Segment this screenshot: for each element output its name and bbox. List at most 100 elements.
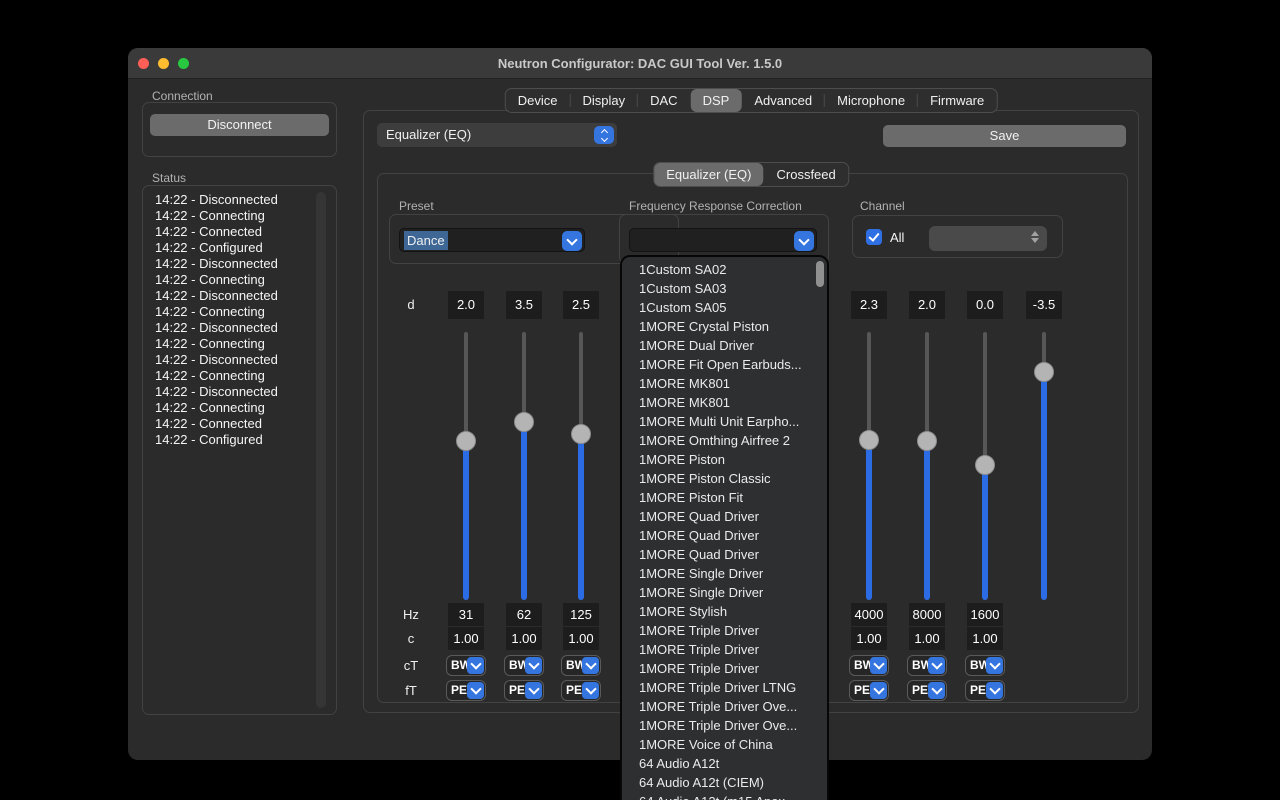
frc-option[interactable]: 1MORE Piston Fit bbox=[622, 488, 827, 507]
eq-q-field[interactable]: 1.00 bbox=[506, 627, 542, 650]
frc-dropdown-scrollbar[interactable] bbox=[816, 261, 824, 287]
minimize-window-icon[interactable] bbox=[158, 58, 169, 69]
eq-band-mode-select[interactable]: PE bbox=[907, 680, 947, 701]
eq-q-field[interactable]: 1.00 bbox=[851, 627, 887, 650]
frc-option[interactable]: 1Custom SA03 bbox=[622, 279, 827, 298]
frc-option[interactable]: 1MORE Triple Driver LTNG bbox=[622, 678, 827, 697]
slider-thumb[interactable] bbox=[456, 431, 476, 451]
eq-band-mode-select-button[interactable] bbox=[928, 682, 945, 699]
slider-thumb[interactable] bbox=[514, 412, 534, 432]
frc-option[interactable]: 1MORE Quad Driver bbox=[622, 507, 827, 526]
eq-q-field[interactable]: 1.00 bbox=[563, 627, 599, 650]
eq-q-field[interactable]: 1.00 bbox=[448, 627, 484, 650]
frc-option[interactable]: 1MORE Single Driver bbox=[622, 583, 827, 602]
dsp-mode-select[interactable]: Equalizer (EQ) bbox=[377, 123, 617, 147]
frc-option[interactable]: 1MORE Triple Driver bbox=[622, 621, 827, 640]
dsp-mode-stepper-button[interactable] bbox=[594, 126, 614, 144]
slider-thumb[interactable] bbox=[917, 431, 937, 451]
frc-option[interactable]: 1MORE Stylish bbox=[622, 602, 827, 621]
zoom-window-icon[interactable] bbox=[178, 58, 189, 69]
frc-option[interactable]: 64 Audio A12t (m15 Apex bbox=[622, 792, 827, 800]
frc-option[interactable]: 1MORE Triple Driver Ove... bbox=[622, 716, 827, 735]
frc-option[interactable]: 1MORE Fit Open Earbuds... bbox=[622, 355, 827, 374]
eq-freq-field[interactable]: 4000 bbox=[851, 603, 887, 626]
eq-filter-type-select[interactable]: BW bbox=[965, 655, 1005, 676]
slider-thumb[interactable] bbox=[975, 455, 995, 475]
eq-gain-field[interactable]: 2.5 bbox=[563, 291, 599, 319]
eq-band-mode-select-button[interactable] bbox=[525, 682, 542, 699]
eq-gain-field[interactable]: 2.0 bbox=[909, 291, 945, 319]
eq-gain-field[interactable]: 3.5 bbox=[506, 291, 542, 319]
eq-freq-field[interactable]: 62 bbox=[506, 603, 542, 626]
preset-select-button[interactable] bbox=[562, 231, 582, 251]
frc-option[interactable]: 1MORE Multi Unit Earpho... bbox=[622, 412, 827, 431]
frc-option[interactable]: 1Custom SA02 bbox=[622, 260, 827, 279]
frc-option[interactable]: 1MORE Voice of China bbox=[622, 735, 827, 754]
eq-filter-type-select[interactable]: BW bbox=[907, 655, 947, 676]
eq-freq-field[interactable]: 125 bbox=[563, 603, 599, 626]
close-window-icon[interactable] bbox=[138, 58, 149, 69]
eq-band-mode-select[interactable]: PE bbox=[561, 680, 601, 701]
save-button[interactable]: Save bbox=[883, 125, 1126, 147]
frc-option[interactable]: 1MORE Triple Driver bbox=[622, 659, 827, 678]
eq-band-mode-select-button[interactable] bbox=[582, 682, 599, 699]
eq-filter-type-select[interactable]: BW bbox=[849, 655, 889, 676]
frc-option[interactable]: 64 Audio A12t (CIEM) bbox=[622, 773, 827, 792]
frc-option[interactable]: 1MORE Piston Classic bbox=[622, 469, 827, 488]
tab-display[interactable]: Display bbox=[571, 89, 638, 112]
eq-filter-type-select[interactable]: BW bbox=[504, 655, 544, 676]
eq-filter-type-select-button[interactable] bbox=[525, 657, 542, 674]
tab-microphone[interactable]: Microphone bbox=[825, 89, 917, 112]
frc-option[interactable]: 1MORE Triple Driver bbox=[622, 640, 827, 659]
frc-option[interactable]: 1MORE Dual Driver bbox=[622, 336, 827, 355]
eq-band-mode-select[interactable]: PE bbox=[446, 680, 486, 701]
frc-option[interactable]: 1MORE Quad Driver bbox=[622, 526, 827, 545]
disconnect-button[interactable]: Disconnect bbox=[150, 114, 329, 136]
tab-advanced[interactable]: Advanced bbox=[742, 89, 824, 112]
eq-band-mode-select[interactable]: PE bbox=[849, 680, 889, 701]
tab-device[interactable]: Device bbox=[506, 89, 570, 112]
frc-option[interactable]: 1Custom SA05 bbox=[622, 298, 827, 317]
eq-freq-field[interactable]: 1600 bbox=[967, 603, 1003, 626]
eq-band-mode-select-button[interactable] bbox=[870, 682, 887, 699]
frc-option[interactable]: 1MORE MK801 bbox=[622, 393, 827, 412]
tab-firmware[interactable]: Firmware bbox=[918, 89, 996, 112]
eq-filter-type-select-button[interactable] bbox=[582, 657, 599, 674]
slider-thumb[interactable] bbox=[1034, 362, 1054, 382]
eq-band-mode-select-button[interactable] bbox=[467, 682, 484, 699]
eq-filter-type-select-button[interactable] bbox=[928, 657, 945, 674]
preset-select[interactable]: Dance bbox=[399, 228, 585, 252]
eq-q-field[interactable]: 1.00 bbox=[909, 627, 945, 650]
eq-gain-field[interactable]: 2.0 bbox=[448, 291, 484, 319]
eq-band-mode-select[interactable]: PE bbox=[504, 680, 544, 701]
channel-all-checkbox[interactable] bbox=[866, 229, 882, 245]
subtab-equalizer-eq[interactable]: Equalizer (EQ) bbox=[654, 163, 763, 186]
tab-dsp[interactable]: DSP bbox=[691, 89, 742, 112]
frc-option[interactable]: 1MORE Triple Driver Ove... bbox=[622, 697, 827, 716]
eq-filter-type-select[interactable]: BW bbox=[446, 655, 486, 676]
eq-gain-field[interactable]: -3.5 bbox=[1026, 291, 1062, 319]
eq-filter-type-select-button[interactable] bbox=[467, 657, 484, 674]
eq-gain-field[interactable]: 2.3 bbox=[851, 291, 887, 319]
tab-dac[interactable]: DAC bbox=[638, 89, 689, 112]
eq-filter-type-select-button[interactable] bbox=[870, 657, 887, 674]
status-scrollbar[interactable] bbox=[316, 192, 326, 708]
eq-freq-field[interactable]: 31 bbox=[448, 603, 484, 626]
slider-thumb[interactable] bbox=[571, 424, 591, 444]
frc-option[interactable]: 1MORE Piston bbox=[622, 450, 827, 469]
frc-option[interactable]: 1MORE Omthing Airfree 2 bbox=[622, 431, 827, 450]
frc-option[interactable]: 1MORE Quad Driver bbox=[622, 545, 827, 564]
eq-freq-field[interactable]: 8000 bbox=[909, 603, 945, 626]
eq-filter-type-select[interactable]: BW bbox=[561, 655, 601, 676]
frc-option[interactable]: 1MORE Single Driver bbox=[622, 564, 827, 583]
frc-option[interactable]: 64 Audio A12t bbox=[622, 754, 827, 773]
frc-option[interactable]: 1MORE MK801 bbox=[622, 374, 827, 393]
eq-gain-field[interactable]: 0.0 bbox=[967, 291, 1003, 319]
subtab-crossfeed[interactable]: Crossfeed bbox=[765, 163, 848, 186]
eq-q-field[interactable]: 1.00 bbox=[967, 627, 1003, 650]
slider-thumb[interactable] bbox=[859, 430, 879, 450]
frc-option[interactable]: 1MORE Crystal Piston bbox=[622, 317, 827, 336]
title-bar[interactable]: Neutron Configurator: DAC GUI Tool Ver. … bbox=[128, 48, 1152, 79]
eq-filter-type-select-button[interactable] bbox=[986, 657, 1003, 674]
frc-select-button[interactable] bbox=[794, 231, 814, 251]
